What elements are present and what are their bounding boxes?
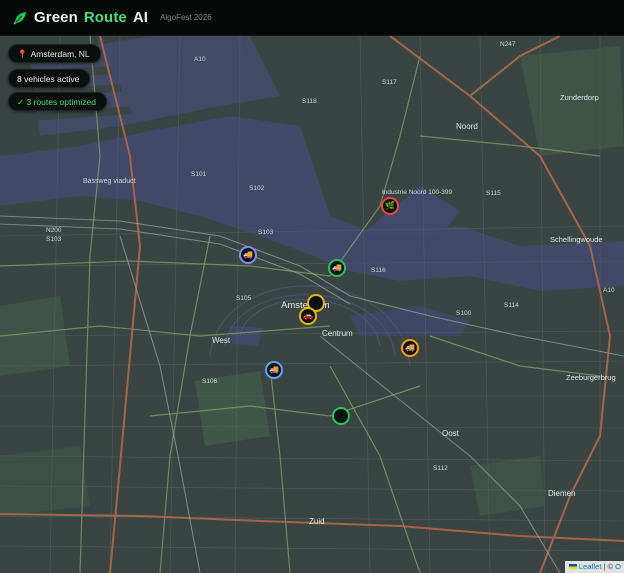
map-label: Bassweg viaduct xyxy=(83,178,136,185)
road-shield: S116 xyxy=(371,267,386,274)
ukraine-flag-icon xyxy=(568,564,577,569)
event-label: AlgoFest 2026 xyxy=(160,13,212,22)
map-label: Diemen xyxy=(548,489,576,498)
road-shield: S115 xyxy=(486,190,501,197)
road-shield: S100 xyxy=(456,310,472,317)
road-shield: S103 xyxy=(46,236,62,243)
bolt-icon[interactable]: ⚡ xyxy=(332,407,350,425)
road-shield: S118 xyxy=(302,98,317,105)
truck-icon[interactable]: 🚚 xyxy=(265,361,283,379)
map-label: Noord xyxy=(456,122,478,131)
road-shield: N200 xyxy=(46,227,62,234)
map-label: Oost xyxy=(442,429,460,438)
map-label: Zuid xyxy=(309,517,325,526)
map-label: Zunderdorp xyxy=(560,93,599,102)
road-shield: S114 xyxy=(504,302,519,309)
road-shield: S102 xyxy=(249,185,265,192)
truck-icon[interactable]: 🚚 xyxy=(239,246,257,264)
road-shield: S101 xyxy=(191,171,207,178)
map-label: Industrie Noord 100-399 xyxy=(382,189,452,196)
road-shield: S106 xyxy=(202,378,218,385)
osm-link[interactable]: O xyxy=(615,562,621,571)
map-view[interactable]: Amsterdam Centrum West Oost Noord Zuid D… xyxy=(0,36,624,573)
app-title: Green Route AI xyxy=(34,9,149,26)
leaf-logo-icon xyxy=(12,10,28,26)
location-chip: 📍 Amsterdam, NL xyxy=(8,44,101,63)
map-label: Zeeburgerbrug xyxy=(566,373,616,382)
road-shield: A10 xyxy=(603,287,615,294)
road-shield: S103 xyxy=(258,229,274,236)
road-shield: S105 xyxy=(236,295,252,302)
road-shield: S112 xyxy=(433,465,448,472)
map-label: Schellingwoude xyxy=(550,235,603,244)
leaflet-link[interactable]: Leaflet xyxy=(579,562,602,571)
map-pin-icon: 📍 xyxy=(17,49,28,59)
leaf-icon[interactable]: 🌿 xyxy=(381,197,399,215)
map-attribution: Leaflet | © O xyxy=(564,561,624,573)
vehicles-chip: 8 vehicles active xyxy=(8,69,91,88)
map-label: Centrum xyxy=(322,329,353,338)
truck-icon[interactable]: 🚚 xyxy=(401,339,419,357)
car-icon[interactable]: 🚗 xyxy=(299,307,317,325)
road-shield: A10 xyxy=(194,56,206,63)
routes-chip: ✓ 3 routes optimized xyxy=(8,92,107,111)
app-header: Green Route AI AlgoFest 2026 xyxy=(0,0,624,36)
map-label: West xyxy=(212,336,231,345)
road-shield: S117 xyxy=(382,79,397,86)
truck-icon[interactable]: 🚚 xyxy=(328,259,346,277)
road-shield: N247 xyxy=(500,41,516,48)
